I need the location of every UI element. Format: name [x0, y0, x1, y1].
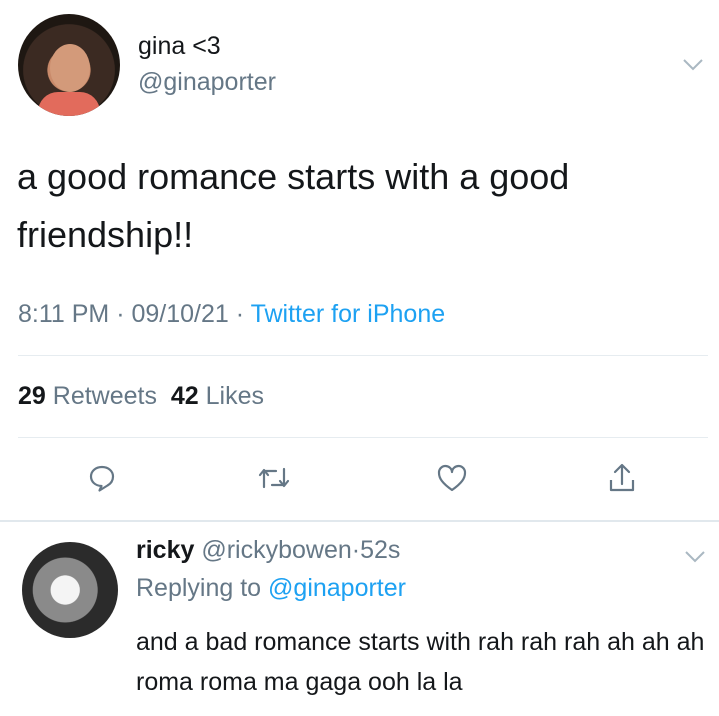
- divider: [18, 355, 708, 356]
- replying-prefix: Replying to: [136, 574, 262, 602]
- retweet-count[interactable]: 29: [18, 382, 46, 410]
- tweet-meta: 8:11 PM · 09/10/21 · Twitter for iPhone: [18, 300, 445, 329]
- avatar[interactable]: [18, 14, 120, 116]
- reply-time[interactable]: 52s: [360, 536, 400, 564]
- reply-icon[interactable]: [82, 458, 122, 498]
- display-name[interactable]: ricky: [136, 536, 194, 564]
- display-name[interactable]: gina <3: [138, 32, 221, 61]
- avatar-face: [50, 44, 90, 92]
- like-count[interactable]: 42: [171, 382, 199, 410]
- like-label[interactable]: Likes: [206, 382, 264, 410]
- replying-mention-link[interactable]: @ginaporter: [268, 574, 406, 602]
- tweet-stats: 29 Retweets 42 Likes: [18, 382, 264, 411]
- meta-separator: ·: [235, 300, 251, 328]
- meta-separator: ·: [351, 536, 361, 564]
- reply-header: ricky @rickybowen·52s: [136, 536, 400, 565]
- chevron-down-icon[interactable]: [684, 550, 706, 564]
- share-icon[interactable]: [602, 458, 642, 498]
- tweet-time: 8:11 PM: [18, 300, 110, 328]
- heart-icon[interactable]: [432, 458, 472, 498]
- main-tweet: gina <3 @ginaporter a good romance start…: [0, 0, 719, 518]
- user-handle[interactable]: @rickybowen: [201, 536, 351, 564]
- retweet-label[interactable]: Retweets: [53, 382, 157, 410]
- tweet-source-link[interactable]: Twitter for iPhone: [251, 300, 446, 328]
- action-bar: [0, 458, 719, 498]
- tweet-text: a good romance starts with a good friend…: [17, 156, 570, 255]
- user-handle[interactable]: @ginaporter: [138, 68, 276, 97]
- reply-tweet: ricky @rickybowen·52s Replying to @ginap…: [0, 522, 719, 716]
- chevron-down-icon[interactable]: [682, 58, 704, 72]
- tweet-date: 09/10/21: [131, 300, 229, 328]
- divider: [18, 437, 708, 438]
- avatar-shirt: [38, 92, 100, 116]
- reply-text: and a bad romance starts with rah rah ra…: [136, 628, 705, 696]
- retweet-icon[interactable]: [254, 458, 294, 498]
- replying-to: Replying to @ginaporter: [136, 574, 406, 603]
- avatar[interactable]: [22, 542, 118, 638]
- meta-separator: ·: [116, 300, 132, 328]
